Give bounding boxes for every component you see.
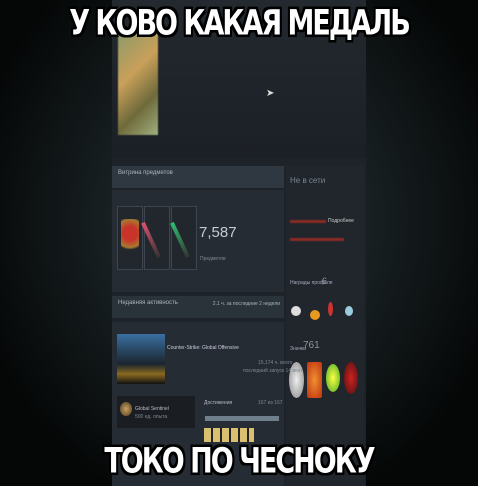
achievements-progress-bar [205, 416, 279, 421]
item-count-label: Предметов [200, 256, 226, 262]
badge-icon[interactable] [326, 364, 340, 392]
status-panel [286, 166, 364, 486]
badge-xp: 500 ед. опыта [135, 414, 168, 420]
item-count: 7,587 [199, 224, 237, 241]
progress-fill [205, 416, 279, 421]
game-name[interactable]: Counter-Strike: Global Offensive [167, 345, 239, 351]
medal-icon [121, 219, 139, 255]
showcase-header: Витрина предметов [112, 166, 284, 188]
award-icon[interactable] [345, 306, 353, 316]
activity-header: Недавняя активность 2.1 ч. за последние 2… [112, 296, 284, 318]
activity-hours: 2.1 ч. за последние 2 недели [212, 301, 280, 307]
csgo-game-image[interactable] [117, 334, 165, 384]
details-link[interactable]: Подробнее [328, 218, 354, 224]
showcase-item-knife-red[interactable] [141, 206, 170, 270]
award-icon[interactable] [291, 306, 301, 316]
mouse-cursor-icon: ➤ [266, 88, 275, 99]
showcase-item-medal[interactable] [117, 206, 143, 270]
status-line [290, 220, 326, 223]
knife-icon [141, 221, 161, 259]
knife-icon [170, 221, 190, 259]
bottom-caption: ТОКО ПО ЧЕСНОКУ [104, 441, 375, 482]
activity-title: Недавняя активность [118, 300, 178, 306]
award-icon[interactable] [310, 310, 320, 320]
badges-count: 761 [303, 340, 320, 351]
awards-count: 6 [322, 276, 328, 286]
achievement-icons[interactable] [204, 428, 254, 442]
game-total-hours: 15,174 ч. всего [258, 360, 293, 366]
online-status: Не в сети [290, 176, 326, 185]
status-line [290, 238, 344, 241]
achievements-progress: 167 из 167 [258, 400, 283, 406]
badge-icon[interactable] [307, 362, 322, 398]
badge-icon[interactable] [344, 362, 358, 394]
badge-name: Global Sentinel [135, 406, 169, 412]
game-last-played: последний запуск 14 июл [243, 368, 302, 374]
global-sentinel-icon [120, 402, 132, 416]
achievements-label: Достижения [204, 400, 233, 406]
profile-background-image [118, 30, 158, 135]
award-icon[interactable] [328, 302, 333, 316]
showcase-title: Витрина предметов [118, 170, 173, 176]
showcase-item-knife-green[interactable] [170, 206, 197, 270]
top-caption: У КОВО КАКАЯ МЕДАЛЬ [69, 3, 411, 44]
